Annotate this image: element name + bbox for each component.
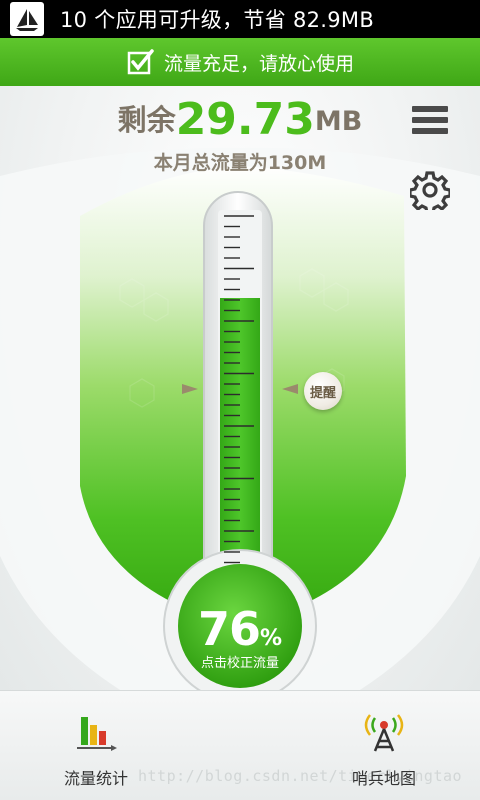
signal-tower-icon bbox=[364, 714, 404, 752]
status-bar: 10 个应用可升级，节省 82.9MB bbox=[0, 0, 480, 38]
bar-chart-icon bbox=[77, 717, 117, 751]
reminder-button[interactable]: 提醒 bbox=[304, 372, 342, 410]
bottom-nav: 流量统计 http://blog.csdn.net/tiwerlyingtao … bbox=[0, 690, 480, 800]
status-banner: 流量充足，请放心使用 bbox=[0, 38, 480, 86]
remaining-prefix: 剩余 bbox=[117, 103, 176, 137]
remaining-unit: MB bbox=[314, 106, 363, 137]
sailboat-icon bbox=[10, 2, 44, 36]
checkbox-check-icon bbox=[127, 49, 154, 75]
remaining-traffic: 剩余29.73MB bbox=[0, 94, 480, 145]
traffic-stats-tab[interactable]: 流量统计 bbox=[46, 713, 146, 789]
monthly-total: 本月总流量为130M bbox=[153, 152, 327, 174]
main-panel: 剩余29.73MB 本月总流量为130M 提醒 76% 点击校正流量 bbox=[0, 86, 480, 690]
sentinel-map-tab[interactable]: 哨兵地图 bbox=[334, 713, 434, 789]
menu-icon[interactable] bbox=[412, 106, 448, 140]
used-percent: 76 bbox=[197, 602, 261, 656]
sentinel-map-label: 哨兵地图 bbox=[351, 769, 416, 788]
status-notification-text: 10 个应用可升级，节省 82.9MB bbox=[60, 8, 375, 32]
traffic-stats-label: 流量统计 bbox=[63, 769, 128, 788]
shield-graphic bbox=[0, 147, 480, 690]
gear-icon[interactable] bbox=[410, 170, 450, 210]
calibrate-traffic-button[interactable]: 76% 点击校正流量 bbox=[180, 602, 300, 671]
percent-sign: % bbox=[259, 626, 283, 651]
banner-message: 流量充足，请放心使用 bbox=[163, 52, 354, 75]
remaining-value: 29.73 bbox=[175, 94, 315, 145]
